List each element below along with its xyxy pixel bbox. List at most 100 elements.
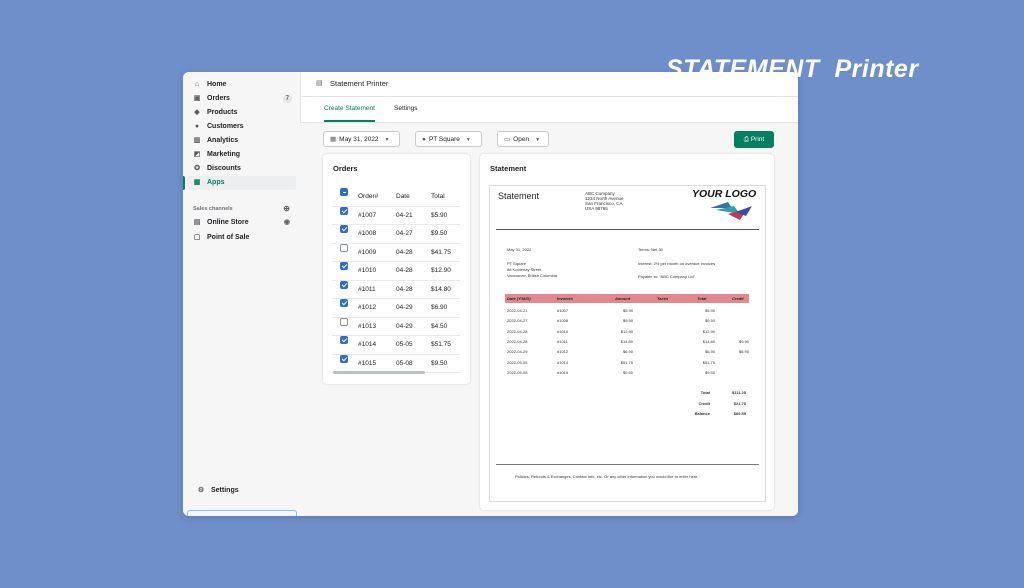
table-row[interactable]: #1008 04-27 $9.50 — [332, 225, 460, 244]
table-row[interactable]: #1011 04-28 $14.80 — [332, 280, 460, 299]
column-header: Taxes — [657, 296, 669, 301]
sidebar-item-label: Point of Sale — [207, 234, 250, 241]
order-total-cell: $4.50 — [431, 322, 448, 330]
megaphone-icon: ◩ — [193, 151, 201, 158]
column-header: Amount — [615, 296, 631, 301]
table-row[interactable]: #1010 04-28 $12.90 — [332, 262, 460, 281]
order-number-cell: #1014 — [358, 341, 377, 348]
statement-payable: Payable to: "ABC Company Ltd" — [638, 274, 696, 279]
sidebar-item-label: Discounts — [207, 165, 241, 172]
statement-cell-amount: $9.50 — [622, 318, 633, 324]
order-total-cell: $41.75 — [431, 248, 451, 256]
sidebar-item-home[interactable]: ⌂ Home — [187, 78, 296, 92]
sidebar-item-marketing[interactable]: ◩ Marketing — [187, 148, 296, 162]
summary-value: $21.70 — [733, 400, 746, 406]
sidebar-item-orders[interactable]: ▣ Orders 7 — [187, 92, 296, 106]
sidebar-item-settings[interactable]: ⚙ Settings — [191, 484, 292, 498]
order-number-cell: #1013 — [358, 322, 377, 330]
sidebar-item-label: Apps — [207, 179, 225, 186]
horizontal-scrollbar[interactable] — [333, 371, 425, 374]
row-checkbox[interactable] — [340, 262, 348, 270]
statement-cell-total: $14.80 — [702, 338, 715, 344]
row-checkbox[interactable] — [340, 299, 348, 307]
customer-filter-value: PT Square — [428, 136, 460, 143]
table-row[interactable]: #1009 04-28 $41.75 — [332, 243, 460, 262]
order-number-cell: #1011 — [358, 285, 376, 293]
bar-chart-icon: ▥ — [193, 137, 201, 144]
row-checkbox[interactable] — [340, 206, 348, 215]
statement-cell-credit: $6.90 — [738, 349, 749, 355]
order-total-cell: $9.50 — [431, 359, 448, 367]
sidebar-bottom-bar — [187, 510, 297, 516]
statement-cell-date: 2022-04-29 — [507, 349, 528, 355]
customer-filter-dropdown[interactable]: ● PT Square ▼ — [415, 131, 482, 147]
tab-create-statement[interactable]: Create Statement — [324, 97, 375, 122]
statement-cell-date: 2022-04-28 — [507, 328, 528, 334]
summary-value: $111.25 — [731, 390, 746, 395]
add-channel-icon[interactable]: ⊕ — [283, 204, 290, 214]
table-row[interactable]: #1012 04-29 $6.90 — [332, 299, 460, 318]
order-date-cell: 04-28 — [396, 285, 413, 293]
row-checkbox[interactable] — [340, 280, 348, 289]
order-total-cell: $12.90 — [431, 267, 451, 274]
row-checkbox[interactable] — [340, 243, 348, 252]
printer-icon: ⎙ — [743, 136, 749, 143]
date-filter-value: May 31, 2022 — [339, 136, 379, 143]
logo-graphic-icon — [710, 202, 752, 220]
order-total-cell: $51.75 — [431, 341, 451, 348]
order-date-cell: 04-28 — [396, 248, 413, 256]
statement-cell-amount: $9.50 — [622, 369, 633, 375]
row-checkbox[interactable] — [340, 317, 348, 326]
statement-table-header: Date (Y/M/D) Invoice# Amount Taxes Total… — [505, 294, 749, 303]
sidebar-item-label: Products — [207, 109, 238, 116]
statement-cell-date: 2022-04-28 — [507, 338, 528, 344]
orders-card: Orders Order# Date Total #1007 04-21 $5.90… — [323, 154, 470, 384]
table-row[interactable]: #1013 04-29 $4.50 — [332, 317, 460, 336]
chevron-down-icon: ▼ — [535, 137, 541, 143]
sales-channels-heading: Sales channels ⊕ — [187, 204, 296, 214]
print-button[interactable]: ⎙ Print — [734, 131, 774, 148]
order-date-cell: 04-29 — [396, 304, 413, 311]
statement-doc-title: Statement — [498, 191, 540, 201]
date-filter-dropdown[interactable]: ▦ May 31, 2022 ▼ — [323, 131, 400, 147]
statement-cell-invoice: #1011 — [557, 338, 568, 344]
order-number-cell: #1009 — [358, 248, 377, 256]
orders-title: Orders — [333, 164, 358, 173]
table-row[interactable]: #1014 05-05 $51.75 — [332, 336, 460, 355]
statement-cell-credit: $9.90 — [738, 338, 749, 344]
statement-cell-date: 2022-05-08 — [507, 369, 528, 375]
pos-icon: ▢ — [193, 234, 201, 241]
main-content: ▦ May 31, 2022 ▼ ● PT Square ▼ ▭ Open ▼ ⎙ Prin… — [300, 123, 798, 516]
app-icon: ▤ — [316, 80, 323, 87]
row-checkbox[interactable] — [340, 225, 348, 233]
sidebar-item-apps[interactable]: ▦ Apps — [183, 176, 296, 190]
sidebar-item-discounts[interactable]: ✪ Discounts — [187, 162, 296, 176]
order-date-cell: 05-08 — [396, 359, 413, 367]
logo-text: YOUR LOGO — [692, 188, 757, 200]
sidebar-item-label: Customers — [207, 123, 244, 130]
sidebar-item-point-of-sale[interactable]: ▢ Point of Sale — [187, 231, 296, 245]
column-header: Total — [697, 296, 707, 301]
statement-card: Statement Statement ABC Company 1234 Nor… — [480, 154, 774, 510]
statement-terms: Terms: Net 30 — [638, 247, 663, 252]
column-header: Credit — [732, 296, 744, 301]
sidebar-item-products[interactable]: ◆ Products — [187, 106, 296, 120]
statement-cell-amount: $14.80 — [620, 338, 633, 344]
banner-word-printer: Printer — [834, 55, 919, 83]
order-number-cell: #1012 — [358, 304, 377, 311]
sidebar: ⌂ Home ▣ Orders 7 ◆ Products ● Customers ▥ Ana… — [183, 72, 301, 516]
row-checkbox[interactable] — [340, 336, 348, 344]
sidebar-item-online-store[interactable]: ▤ Online Store ◉ — [187, 216, 296, 230]
statement-cell-total: $12.90 — [702, 328, 715, 334]
row-checkbox[interactable] — [340, 354, 348, 363]
statement-cell-invoice: #1010 — [557, 328, 569, 334]
order-date-cell: 04-27 — [396, 230, 413, 237]
select-all-checkbox[interactable] — [340, 188, 348, 196]
status-filter-dropdown[interactable]: ▭ Open ▼ — [497, 131, 549, 147]
eye-icon[interactable]: ◉ — [284, 216, 290, 230]
sidebar-item-label: Analytics — [207, 137, 239, 144]
sidebar-item-analytics[interactable]: ▥ Analytics — [187, 134, 296, 148]
tab-settings[interactable]: Settings — [394, 97, 418, 121]
sidebar-item-customers[interactable]: ● Customers — [187, 120, 296, 134]
table-row[interactable]: #1007 04-21 $5.90 — [332, 206, 460, 225]
